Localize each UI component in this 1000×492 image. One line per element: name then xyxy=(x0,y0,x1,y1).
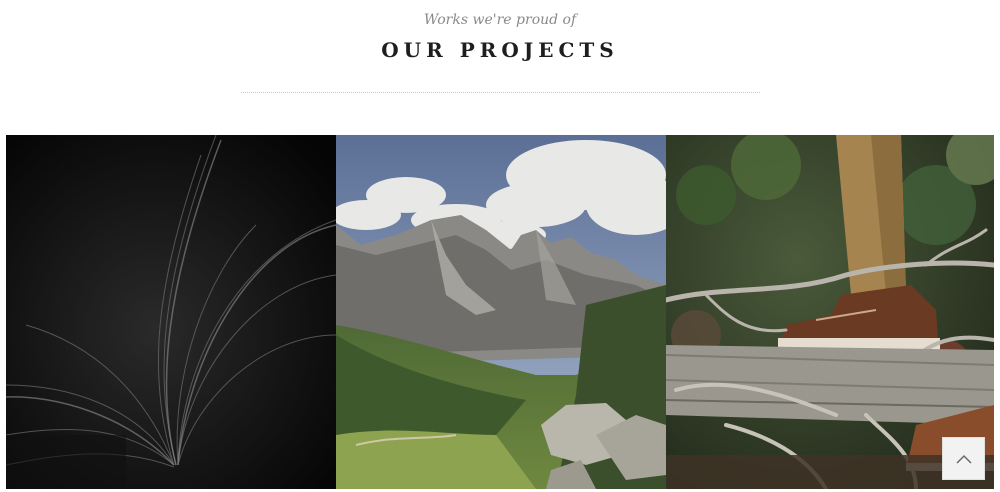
page: Works we're proud of OUR PROJECTS xyxy=(0,0,1000,492)
chevron-up-icon xyxy=(955,454,972,464)
boots-on-log-image xyxy=(666,135,994,489)
section-subtitle: Works we're proud of xyxy=(423,12,577,28)
project-tile-mountain[interactable] xyxy=(336,135,666,489)
open-book-image xyxy=(6,135,336,489)
scroll-to-top-button[interactable] xyxy=(942,437,985,480)
mountain-landscape-image xyxy=(336,135,666,489)
section-divider xyxy=(241,92,760,93)
project-tile-book[interactable] xyxy=(6,135,336,489)
section-title: OUR PROJECTS xyxy=(381,38,619,62)
project-gallery xyxy=(6,135,994,489)
project-tile-hiking[interactable] xyxy=(666,135,994,489)
